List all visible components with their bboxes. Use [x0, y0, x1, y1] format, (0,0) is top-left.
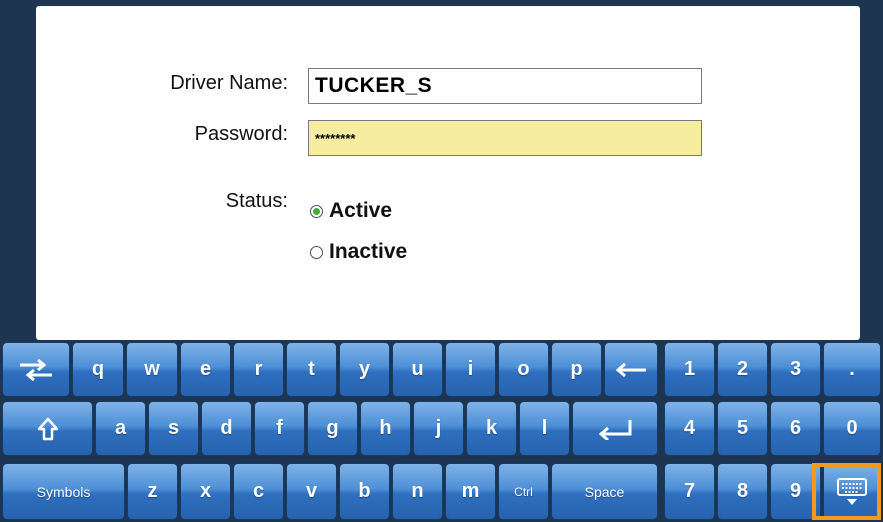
- key-m[interactable]: m: [445, 463, 496, 520]
- key-q[interactable]: q: [72, 342, 124, 397]
- hide-keyboard-key[interactable]: [823, 463, 881, 520]
- enter-key[interactable]: [572, 401, 658, 456]
- key-4[interactable]: 4: [664, 401, 715, 456]
- keyboard-hide-icon: [837, 477, 867, 505]
- shift-key[interactable]: [2, 401, 93, 456]
- key-l[interactable]: l: [519, 401, 570, 456]
- key-a[interactable]: a: [95, 401, 146, 456]
- radio-selected-icon: [310, 204, 323, 218]
- driver-name-label: Driver Name:: [170, 72, 288, 94]
- driver-name-input[interactable]: TUCKER_S: [308, 68, 702, 104]
- key-z[interactable]: z: [127, 463, 178, 520]
- key-n[interactable]: n: [392, 463, 443, 520]
- key-p[interactable]: p: [551, 342, 602, 397]
- login-form-panel: Driver Name: TUCKER_S Password: ********…: [36, 6, 860, 340]
- key-9[interactable]: 9: [770, 463, 821, 520]
- key-period[interactable]: .: [823, 342, 881, 397]
- backspace-key[interactable]: [604, 342, 658, 397]
- key-u[interactable]: u: [392, 342, 443, 397]
- radio-unselected-icon: [310, 245, 323, 259]
- key-o[interactable]: o: [498, 342, 549, 397]
- key-t[interactable]: t: [286, 342, 337, 397]
- password-input[interactable]: ********: [308, 120, 702, 156]
- symbols-key[interactable]: Symbols: [2, 463, 125, 520]
- key-k[interactable]: k: [466, 401, 517, 456]
- key-3[interactable]: 3: [770, 342, 821, 397]
- space-key[interactable]: Space: [551, 463, 658, 520]
- key-6[interactable]: 6: [770, 401, 821, 456]
- backspace-arrow-icon: [615, 362, 646, 377]
- status-inactive-label: Inactive: [329, 240, 408, 263]
- shift-up-arrow-icon: [37, 417, 58, 440]
- status-active-radio[interactable]: Active: [310, 199, 392, 223]
- tab-key[interactable]: [2, 342, 70, 397]
- status-active-label: Active: [329, 199, 393, 222]
- key-7[interactable]: 7: [664, 463, 715, 520]
- ctrl-key[interactable]: Ctrl: [498, 463, 549, 520]
- key-w[interactable]: w: [126, 342, 178, 397]
- key-c[interactable]: c: [233, 463, 284, 520]
- key-f[interactable]: f: [254, 401, 305, 456]
- key-5[interactable]: 5: [717, 401, 768, 456]
- key-r[interactable]: r: [233, 342, 284, 397]
- key-h[interactable]: h: [360, 401, 411, 456]
- tab-arrows-icon: [20, 358, 52, 381]
- key-j[interactable]: j: [413, 401, 464, 456]
- key-x[interactable]: x: [180, 463, 231, 520]
- key-d[interactable]: d: [201, 401, 252, 456]
- key-e[interactable]: e: [180, 342, 231, 397]
- key-8[interactable]: 8: [717, 463, 768, 520]
- key-s[interactable]: s: [148, 401, 199, 456]
- password-label: Password:: [194, 123, 288, 145]
- enter-return-icon: [598, 419, 632, 440]
- key-v[interactable]: v: [286, 463, 337, 520]
- key-i[interactable]: i: [445, 342, 496, 397]
- key-b[interactable]: b: [339, 463, 390, 520]
- key-1[interactable]: 1: [664, 342, 715, 397]
- key-2[interactable]: 2: [717, 342, 768, 397]
- key-0[interactable]: 0: [823, 401, 881, 456]
- key-y[interactable]: y: [339, 342, 390, 397]
- key-g[interactable]: g: [307, 401, 358, 456]
- status-label: Status:: [225, 190, 288, 212]
- status-inactive-radio[interactable]: Inactive: [310, 240, 407, 264]
